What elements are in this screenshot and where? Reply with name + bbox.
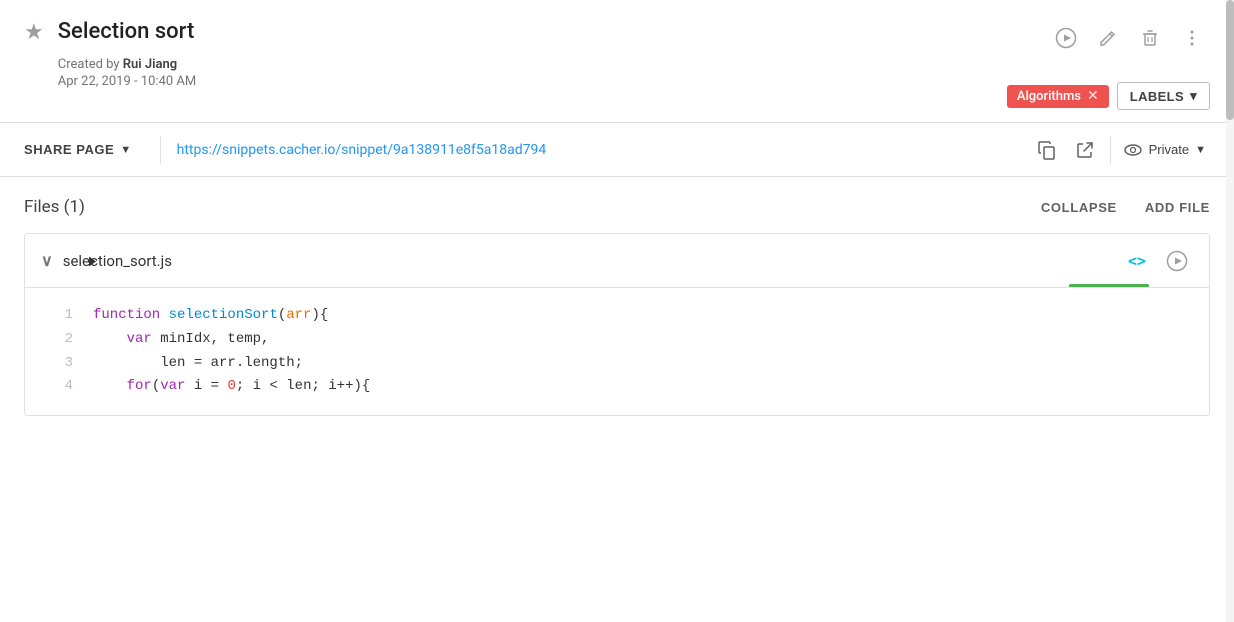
code-keyword: function [93, 307, 169, 323]
page-title: Selection sort [58, 18, 197, 47]
share-page-button[interactable]: SHARE PAGE ▼ [24, 142, 144, 157]
open-external-icon [1075, 140, 1095, 160]
label-tag-close[interactable]: ✕ [1087, 89, 1099, 103]
share-icon-group [1030, 133, 1102, 167]
private-label: Private [1149, 142, 1189, 157]
share-bar: SHARE PAGE ▼ https://snippets.cacher.io/… [0, 123, 1234, 177]
code-content-2: var minIdx, temp, [93, 328, 1193, 352]
scrollbar[interactable] [1226, 0, 1234, 622]
run-icon [1166, 250, 1188, 272]
header-left: ★ Selection sort Created by Rui Jiang Ap… [24, 18, 196, 89]
code-for-var: var [160, 378, 194, 394]
code-for-cond: ; i < len; i++){ [236, 378, 370, 394]
code-indent2 [93, 378, 127, 394]
label-tag-text: Algorithms [1017, 89, 1081, 104]
copy-icon [1037, 140, 1057, 160]
code-num-zero: 0 [227, 378, 235, 394]
share-page-chevron-icon: ▼ [120, 144, 131, 156]
code-line-4: 4 for(var i = 0; i < len; i++){ [25, 375, 1209, 399]
collapse-button[interactable]: COLLAPSE [1041, 200, 1117, 215]
code-line-2: 2 var minIdx, temp, [25, 328, 1209, 352]
share-url-link[interactable]: https://snippets.cacher.io/snippet/9a138… [177, 142, 1018, 158]
share-divider-2 [1110, 136, 1111, 164]
more-options-icon [1190, 29, 1194, 47]
code-for-body: i = [194, 378, 228, 394]
code-line-3: 3 len = arr.length; [25, 352, 1209, 376]
code-icon: <> [1128, 252, 1146, 270]
code-var-list: minIdx, temp, [160, 331, 269, 347]
code-indent [93, 331, 127, 347]
labels-chevron-icon: ▾ [1190, 88, 1197, 104]
author-name: Rui Jiang [123, 57, 177, 72]
code-area: 1 function selectionSort(arr){ 2 var min… [25, 288, 1209, 415]
code-content-3: len = arr.length; [93, 352, 1193, 376]
star-icon[interactable]: ★ [24, 20, 44, 45]
code-function-name: selectionSort [169, 307, 278, 323]
play-button[interactable] [1048, 20, 1084, 56]
code-for-kw: for [127, 378, 152, 394]
share-page-label: SHARE PAGE [24, 142, 114, 157]
created-by-label: Created by Rui Jiang [58, 57, 177, 72]
private-button[interactable]: Private ▼ [1119, 140, 1210, 160]
scrollbar-thumb[interactable] [1226, 0, 1234, 120]
file-progress-indicator [1069, 284, 1149, 287]
private-chevron-icon: ▼ [1195, 144, 1206, 156]
label-tag-algorithms: Algorithms ✕ [1007, 85, 1109, 108]
files-title: Files (1) [24, 197, 85, 217]
more-options-button[interactable] [1174, 20, 1210, 56]
edit-button[interactable] [1090, 20, 1126, 56]
code-for-paren: ( [152, 378, 160, 394]
file-card: ∨ selection_sort.js <> [24, 233, 1210, 416]
labels-btn-text: LABELS [1130, 89, 1184, 104]
add-file-button[interactable]: ADD FILE [1145, 200, 1210, 215]
code-content-4: for(var i = 0; i < len; i++){ [93, 375, 1193, 399]
line-number-3: 3 [41, 352, 73, 376]
code-var-kw: var [127, 331, 161, 347]
edit-icon [1098, 28, 1118, 48]
code-len: len = arr.length; [93, 355, 303, 371]
eye-icon [1123, 140, 1143, 160]
file-card-header: ∨ selection_sort.js <> [25, 234, 1209, 288]
code-line-1: 1 function selectionSort(arr){ [25, 304, 1209, 328]
file-collapse-button[interactable]: ∨ [41, 251, 53, 271]
open-external-button[interactable] [1068, 133, 1102, 167]
code-view-button[interactable]: <> [1121, 245, 1153, 277]
files-section: Files (1) COLLAPSE ADD FILE ∨ selection_… [0, 177, 1234, 416]
line-number-2: 2 [41, 328, 73, 352]
header-actions [1048, 20, 1210, 56]
labels-row: Algorithms ✕ LABELS ▾ [1007, 82, 1210, 110]
collapse-arrow-icon: ∨ [41, 251, 53, 271]
code-param: arr [286, 307, 311, 323]
file-name-label: selection_sort.js [63, 252, 1121, 270]
created-date: Apr 22, 2019 - 10:40 AM [58, 74, 197, 89]
files-header: Files (1) COLLAPSE ADD FILE [24, 197, 1210, 217]
share-divider [160, 136, 161, 164]
line-number-1: 1 [41, 304, 73, 328]
page-header: ★ Selection sort Created by Rui Jiang Ap… [0, 0, 1234, 123]
code-plain: ( [278, 307, 286, 323]
trash-icon [1140, 28, 1160, 48]
copy-url-button[interactable] [1030, 133, 1064, 167]
delete-button[interactable] [1132, 20, 1168, 56]
line-number-4: 4 [41, 375, 73, 399]
play-icon [1055, 27, 1077, 49]
run-button[interactable] [1161, 245, 1193, 277]
code-plain-2: ){ [311, 307, 328, 323]
code-content-1: function selectionSort(arr){ [93, 304, 1193, 328]
file-card-actions: <> [1121, 245, 1193, 277]
labels-button[interactable]: LABELS ▾ [1117, 82, 1210, 110]
files-actions: COLLAPSE ADD FILE [1041, 200, 1210, 215]
